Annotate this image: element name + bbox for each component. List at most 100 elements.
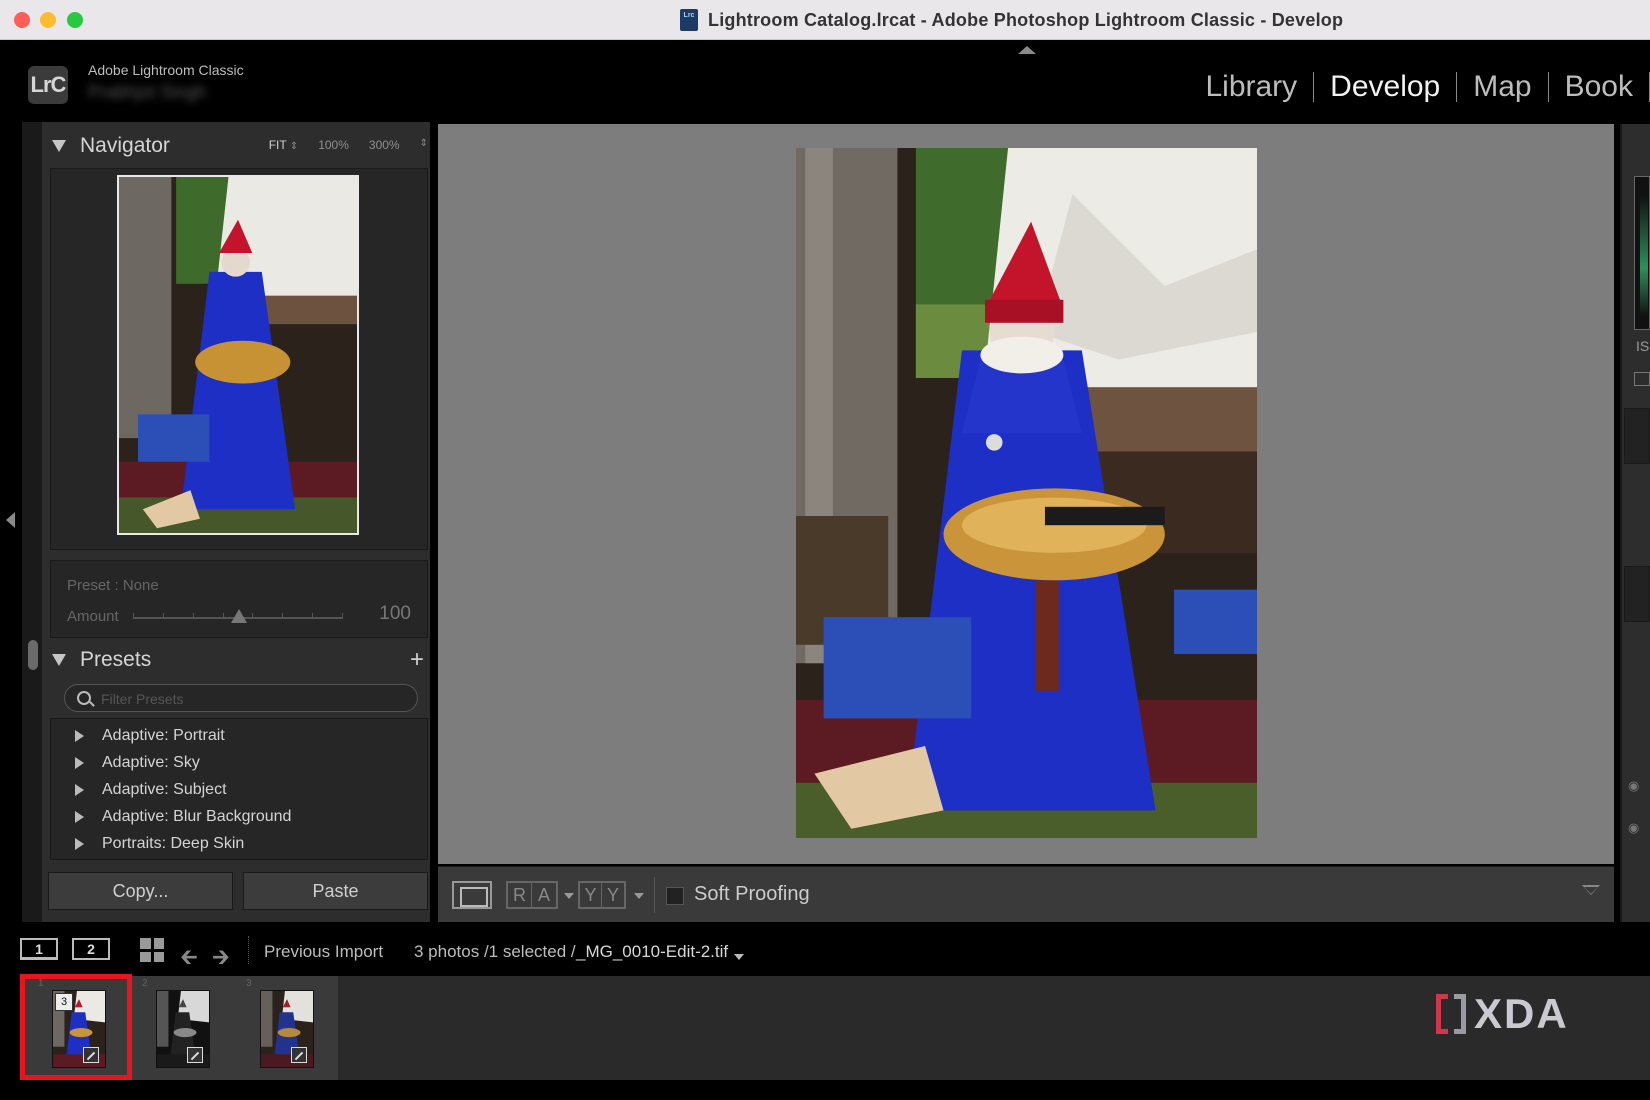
presets-title: Presets [80,648,152,671]
iso-readout: IS [1636,338,1650,354]
preset-group-label: Adaptive: Blur Background [102,808,292,825]
filmstrip-bottom-edge [0,1080,1650,1100]
navigator-preview-image[interactable] [117,175,359,535]
filename-dropdown-icon[interactable] [734,954,744,960]
clipping-toggle-icon[interactable] [1634,372,1650,386]
zoom-window-button[interactable] [67,12,83,28]
window-title-group: Lrc Lightroom Catalog.lrcat - Adobe Phot… [680,9,1343,31]
before-after-tb-button[interactable]: Y Y [578,881,626,909]
collapse-left-panel-icon[interactable] [6,512,15,528]
filmstrip-count: 3 photos /1 selected / [414,942,576,961]
zoom-100-option[interactable]: 100% [318,138,349,152]
before-after-top-label: Y [580,883,602,907]
right-tool-slot[interactable] [1624,566,1650,622]
amount-label: Amount [67,608,119,625]
filter-presets-box[interactable] [64,684,418,712]
thumbnail-index: 3 [246,978,252,989]
app-name: Adobe Lightroom Classic [88,62,244,78]
preset-group-item[interactable]: Adaptive: Portrait [75,723,225,749]
grid-view-icon[interactable] [140,938,164,962]
search-icon [77,691,91,705]
right-tool-slot[interactable] [1624,408,1650,464]
navigator-zoom-options: FIT ⇕ 100% 300% ⇕ [269,138,428,152]
left-panel-scroll-thumb[interactable] [28,640,38,670]
module-map[interactable]: Map [1457,70,1547,104]
xda-watermark: XDA [1436,990,1569,1038]
preset-group-item[interactable]: Adaptive: Blur Background [75,804,291,830]
xda-wordmark: XDA [1474,990,1569,1037]
filmstrip-left-pad [0,976,22,1080]
soft-proofing-label[interactable]: Soft Proofing [694,883,810,906]
toolbar-content-menu-icon[interactable] [1582,885,1600,895]
navigator-title: Navigator [80,134,170,157]
thumbnail-image[interactable] [156,990,210,1068]
next-arrow-icon[interactable]: 🡲 [212,940,230,978]
navigator-header[interactable]: Navigator FIT ⇕ 100% 300% ⇕ [52,128,428,164]
preset-group-item[interactable]: Portraits: Deep Skin [75,831,244,857]
filter-presets-input[interactable] [101,689,401,709]
window-titlebar: Lrc Lightroom Catalog.lrcat - Adobe Phot… [0,0,1650,40]
preset-name-label: Preset : None [67,577,159,594]
amount-slider-knob[interactable] [231,609,247,623]
before-after-bottom-label: Y [606,885,619,905]
close-window-button[interactable] [14,12,30,28]
toolbar-separator [654,877,655,913]
collapse-top-panel-icon[interactable] [1018,46,1036,54]
left-panel-edge [0,120,22,920]
edited-badge-icon [291,1047,307,1063]
loupe-view-button[interactable] [452,881,492,909]
soft-proofing-checkbox[interactable] [666,887,684,905]
thumbnail-index: 2 [142,978,148,989]
filmstrip-navigation-bar: 1 2 🡰 🡲 Previous Import 3 photos /1 sele… [0,924,1650,976]
zoom-stepper-icon[interactable]: ⇕ [420,138,428,152]
zoom-fit-option[interactable]: FIT ⇕ [269,138,299,152]
xda-logo-icon [1436,994,1470,1034]
visibility-eye-icon[interactable]: ◉ [1628,778,1639,794]
left-panel-scrollbar[interactable] [22,122,42,922]
before-after-lr-button[interactable]: R A [506,881,558,909]
preset-group-item[interactable]: Adaptive: Subject [75,777,227,803]
selected-thumbnail-highlight [20,974,132,1080]
previous-arrow-icon[interactable]: 🡰 [180,940,198,978]
add-preset-icon[interactable]: + [410,646,424,674]
module-book[interactable]: Book [1549,70,1649,104]
module-develop[interactable]: Develop [1314,70,1456,104]
amount-value: 100 [379,603,411,624]
visibility-eye-icon[interactable]: ◉ [1628,820,1639,836]
primary-window-button[interactable]: 1 [20,938,58,960]
before-after-right-label: A [537,885,550,905]
copy-paste-row: Copy... Paste [48,872,428,910]
preset-list: Adaptive: Portrait Adaptive: Sky Adaptiv… [50,718,428,860]
presets-disclosure-icon[interactable] [52,654,66,666]
filmstrip-thumbnail[interactable]: 2 [126,976,230,1080]
edited-badge-icon [187,1047,203,1063]
expand-group-icon [75,757,84,769]
window-title: Lightroom Catalog.lrcat - Adobe Photosho… [708,9,1344,30]
minimize-window-button[interactable] [40,12,56,28]
filmstrip-filename[interactable]: _MG_0010-Edit-2.tif [576,942,728,962]
filmstrip-thumbnail[interactable]: 3 [230,976,334,1080]
secondary-window-button[interactable]: 2 [72,938,110,960]
thumbnail-image[interactable] [260,990,314,1068]
main-photo[interactable] [796,148,1257,838]
identity-plate: LrC Adobe Lightroom Classic Prabhjot Sin… [0,40,1650,120]
before-after-lr-dropdown-icon[interactable] [564,893,574,899]
expand-group-icon [75,811,84,823]
expand-group-icon [75,730,84,742]
catalog-file-icon: Lrc [680,9,698,31]
preset-group-item[interactable]: Adaptive: Sky [75,750,200,776]
before-after-left-label: R [508,883,532,907]
paste-settings-button[interactable]: Paste [243,872,428,910]
develop-toolbar: R A Y Y Soft Proofing [438,866,1614,922]
filmstrip-source[interactable]: Previous Import [264,942,383,962]
histogram-curve [1640,196,1648,316]
zoom-300-option[interactable]: 300% [369,138,400,152]
copy-settings-button[interactable]: Copy... [48,872,233,910]
preset-group-label: Adaptive: Subject [102,781,227,798]
presets-header[interactable]: Presets + [52,642,428,678]
module-library[interactable]: Library [1189,70,1313,104]
preset-group-label: Adaptive: Portrait [102,727,225,744]
navigator-disclosure-icon[interactable] [52,140,66,152]
module-picker: Library Develop Map Book [1189,70,1650,104]
before-after-tb-dropdown-icon[interactable] [634,893,644,899]
